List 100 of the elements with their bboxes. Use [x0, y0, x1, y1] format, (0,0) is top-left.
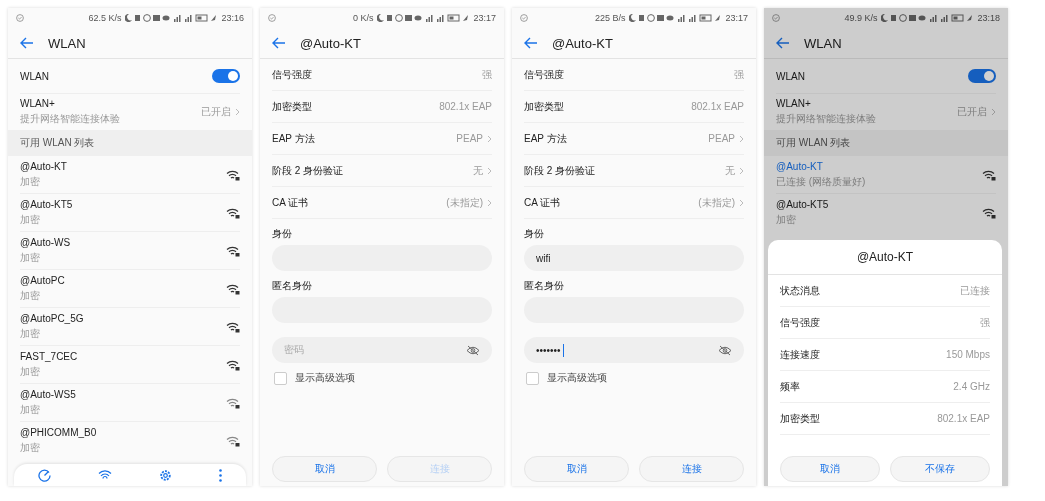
network-name[interactable]: @AutoPC_5G: [20, 312, 226, 324]
gauge-icon[interactable]: [37, 468, 51, 482]
dialog-button[interactable]: 不保存: [890, 456, 990, 482]
network-name[interactable]: @Auto-WS5: [20, 388, 226, 400]
setting-value[interactable]: (未指定): [446, 195, 492, 210]
network-status: 加密: [20, 212, 41, 227]
info-label: 连接速度: [780, 347, 821, 362]
more-icon[interactable]: [219, 468, 223, 482]
network-status: 加密: [20, 402, 41, 417]
dialog-button[interactable]: 取消: [780, 456, 880, 482]
network-status: 加密: [20, 250, 41, 265]
checkbox[interactable]: [526, 371, 539, 385]
wifi-lock-icon: [226, 358, 240, 371]
network-name[interactable]: FAST_7CEC: [20, 350, 226, 362]
chevron-icon: [739, 166, 744, 175]
setting-label: CA 证书: [272, 195, 310, 210]
chevron-icon: [487, 166, 492, 175]
back-arrow-icon[interactable]: [524, 37, 538, 49]
network-speed: 0 K/s: [352, 13, 374, 23]
network-status: 加密: [20, 326, 41, 341]
network-name[interactable]: @AutoPC: [20, 274, 226, 286]
info-value: 强: [980, 315, 990, 330]
info-label: 信号强度: [780, 315, 821, 330]
wifi-lock-icon: [226, 206, 240, 219]
network-name[interactable]: @Auto-KT5: [20, 198, 226, 210]
setting-value[interactable]: PEAP: [456, 133, 492, 144]
setting-value[interactable]: PEAP: [708, 133, 744, 144]
identity-field[interactable]: wifi: [524, 245, 744, 271]
setting-label: 阶段 2 身份验证: [524, 163, 597, 178]
setting-label: WLAN: [776, 70, 806, 82]
settings-icon[interactable]: [159, 468, 173, 482]
network-status: 加密: [776, 212, 797, 227]
eye-slash-icon[interactable]: [718, 344, 732, 356]
info-value: 2.4 GHz: [953, 381, 990, 392]
wifi-lock-icon: [226, 244, 240, 257]
setting-label: EAP 方法: [524, 131, 568, 146]
checkbox[interactable]: [274, 371, 287, 385]
check-circle-icon: [772, 14, 780, 22]
setting-value: 强: [734, 67, 744, 82]
clock-time: 23:17: [473, 13, 496, 23]
eye-slash-icon[interactable]: [466, 344, 480, 356]
wifi-lock-icon: [226, 434, 240, 447]
checkbox-label: 显示高级选项: [547, 371, 607, 385]
setting-label: WLAN+: [20, 98, 56, 109]
info-value: 150 Mbps: [946, 349, 990, 360]
info-label: 加密类型: [780, 411, 821, 426]
back-arrow-icon[interactable]: [20, 37, 34, 49]
action-button[interactable]: 取消: [272, 456, 377, 482]
network-name[interactable]: @Auto-KT: [776, 160, 982, 172]
section-header: 可用 WLAN 列表: [764, 130, 1008, 156]
screen-title: WLAN: [804, 35, 842, 51]
wifi-lock-icon: [226, 396, 240, 409]
network-status: 加密: [20, 364, 41, 379]
chevron-icon: [739, 134, 744, 143]
check-circle-icon: [16, 14, 24, 22]
network-name[interactable]: @Auto-KT5: [776, 198, 982, 210]
wifi-lock-icon: [226, 320, 240, 333]
network-status: 加密: [20, 174, 41, 189]
setting-value[interactable]: 无: [473, 163, 492, 178]
wifi-icon[interactable]: [97, 469, 112, 481]
setting-label: WLAN+: [776, 98, 812, 109]
setting-label: 加密类型: [524, 99, 565, 114]
dialog-title: @Auto-KT: [768, 240, 1002, 275]
network-name[interactable]: @Auto-WS: [20, 236, 226, 248]
chevron-icon: [991, 108, 996, 116]
info-value: 已连接: [960, 283, 990, 298]
wlan-toggle[interactable]: [968, 69, 996, 83]
action-button[interactable]: 取消: [524, 456, 629, 482]
setting-subtitle: 提升网络智能连接体验: [776, 112, 877, 126]
wlan-toggle[interactable]: [212, 69, 240, 83]
check-circle-icon: [520, 14, 528, 22]
back-arrow-icon[interactable]: [776, 37, 790, 49]
wifi-lock-icon: [982, 168, 996, 181]
setting-label: CA 证书: [524, 195, 562, 210]
clock-time: 23:18: [977, 13, 1000, 23]
chevron-icon: [487, 198, 492, 207]
setting-label: 信号强度: [272, 67, 313, 82]
setting-value[interactable]: 无: [725, 163, 744, 178]
field-label: 匿名身份: [524, 279, 565, 293]
network-name[interactable]: @PHICOMM_B0: [20, 426, 226, 438]
field-label: 身份: [272, 227, 293, 241]
network-status: 已连接 (网络质量好): [776, 174, 867, 189]
back-arrow-icon[interactable]: [272, 37, 286, 49]
password-field[interactable]: •••••••: [524, 337, 744, 363]
action-button[interactable]: 连接: [639, 456, 744, 482]
network-name[interactable]: @Auto-KT: [20, 160, 226, 172]
field-label: 匿名身份: [272, 279, 313, 293]
setting-value[interactable]: (未指定): [698, 195, 744, 210]
network-status: 加密: [20, 288, 41, 303]
section-header: 可用 WLAN 列表: [8, 130, 252, 156]
setting-subtitle: 提升网络智能连接体验: [20, 112, 121, 126]
screen-title: @Auto-KT: [300, 35, 361, 51]
setting-value: 强: [482, 67, 492, 82]
wifi-lock-icon: [226, 282, 240, 295]
setting-label: 阶段 2 身份验证: [272, 163, 345, 178]
screen-title: WLAN: [48, 35, 86, 51]
clock-time: 23:17: [725, 13, 748, 23]
setting-label: 信号强度: [524, 67, 565, 82]
info-label: 状态消息: [780, 283, 821, 298]
info-value: 802.1x EAP: [937, 413, 990, 424]
